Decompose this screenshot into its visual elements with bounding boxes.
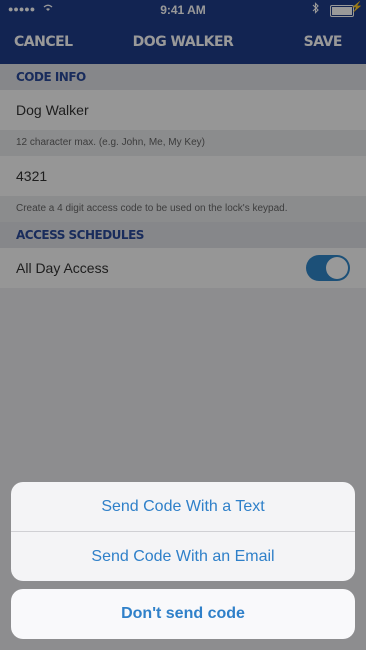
dont-send-code-button[interactable]: Don't send code [11, 589, 355, 639]
send-code-email-button[interactable]: Send Code With an Email [11, 532, 355, 581]
app-screen: ●●●●● 9:41 AM ⚡ CANCEL DOG WALKER SAVE C… [0, 0, 366, 650]
send-code-text-button[interactable]: Send Code With a Text [11, 482, 355, 532]
action-sheet: Send Code With a Text Send Code With an … [11, 482, 355, 581]
